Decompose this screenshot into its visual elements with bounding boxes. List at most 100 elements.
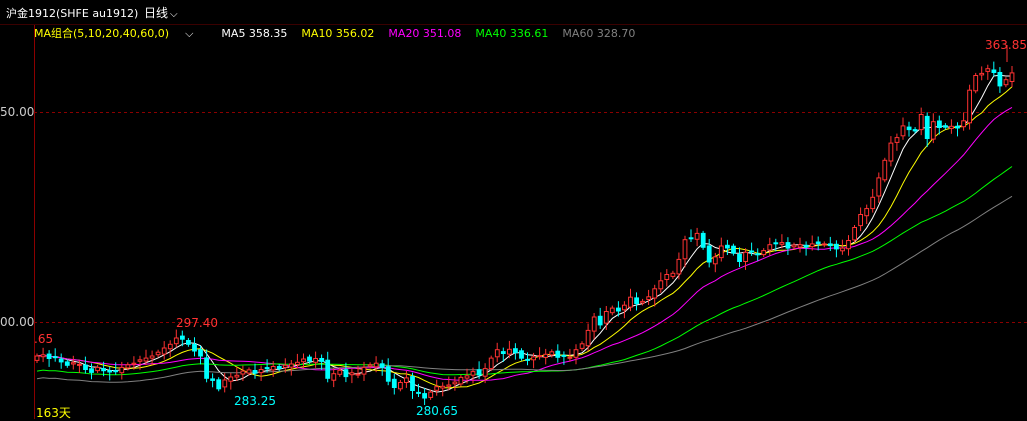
candle-body[interactable]: [579, 343, 585, 349]
candle-body[interactable]: [101, 368, 106, 372]
candle-body[interactable]: [591, 316, 597, 332]
candle-body[interactable]: [349, 372, 355, 376]
candle-body[interactable]: [803, 244, 809, 248]
candle-body[interactable]: [597, 315, 603, 326]
candle-body[interactable]: [464, 375, 470, 379]
candle-body[interactable]: [718, 245, 724, 259]
candle-body[interactable]: [216, 379, 222, 390]
candle-body[interactable]: [979, 72, 985, 76]
candle-body[interactable]: [458, 376, 464, 385]
candle-body[interactable]: [264, 367, 270, 370]
candle-body[interactable]: [731, 245, 736, 254]
candle-body[interactable]: [343, 369, 349, 378]
candle-body[interactable]: [937, 120, 942, 128]
candle-body[interactable]: [930, 121, 936, 140]
candle-body[interactable]: [585, 329, 591, 347]
candle-body[interactable]: [192, 343, 197, 352]
candle-body[interactable]: [379, 363, 385, 368]
candle-body[interactable]: [894, 137, 900, 143]
candle-body[interactable]: [1003, 79, 1009, 86]
candle-body[interactable]: [864, 208, 870, 217]
candle-body[interactable]: [107, 370, 113, 373]
candle-body[interactable]: [840, 247, 845, 252]
candle-body[interactable]: [779, 242, 785, 245]
candle-body[interactable]: [821, 243, 827, 246]
candle-body[interactable]: [906, 126, 912, 131]
candle-body[interactable]: [325, 359, 331, 379]
candle-body[interactable]: [64, 361, 70, 366]
candle-body[interactable]: [519, 350, 524, 359]
candle-body[interactable]: [670, 272, 676, 277]
candle-body[interactable]: [355, 373, 361, 376]
candle-body[interactable]: [452, 381, 458, 385]
candle-body[interactable]: [967, 89, 973, 124]
candle-body[interactable]: [985, 68, 991, 72]
candle-body[interactable]: [664, 274, 670, 280]
candle-body[interactable]: [567, 356, 573, 359]
candle-body[interactable]: [991, 69, 997, 73]
candle-body[interactable]: [331, 373, 337, 381]
candle-body[interactable]: [809, 243, 815, 248]
candle-body[interactable]: [688, 237, 694, 240]
candle-body[interactable]: [712, 256, 718, 265]
candle-body[interactable]: [737, 253, 742, 262]
candle-body[interactable]: [797, 244, 803, 248]
candle-body[interactable]: [912, 129, 918, 132]
candle-body[interactable]: [725, 244, 730, 249]
candle-body[interactable]: [313, 358, 319, 363]
candle-body[interactable]: [658, 280, 664, 290]
candle-body[interactable]: [676, 258, 682, 275]
candle-body[interactable]: [367, 364, 373, 367]
candle-body[interactable]: [337, 369, 343, 375]
candle-body[interactable]: [440, 385, 446, 389]
candle-body[interactable]: [385, 366, 391, 382]
candle-body[interactable]: [949, 125, 954, 129]
candle-body[interactable]: [870, 196, 876, 210]
candle-body[interactable]: [852, 227, 858, 241]
candle-body[interactable]: [761, 250, 767, 256]
candle-body[interactable]: [319, 358, 325, 362]
candle-body[interactable]: [507, 348, 512, 355]
candle-body[interactable]: [622, 304, 627, 311]
candle-body[interactable]: [755, 253, 761, 256]
candle-body[interactable]: [391, 378, 397, 388]
candle-body[interactable]: [289, 363, 294, 368]
candle-body[interactable]: [46, 353, 52, 360]
candle-body[interactable]: [531, 356, 537, 361]
candle-body[interactable]: [537, 355, 543, 358]
candle-body[interactable]: [603, 311, 609, 324]
candle-body[interactable]: [834, 243, 839, 250]
candle-body[interactable]: [525, 358, 531, 361]
candle-body[interactable]: [398, 382, 403, 390]
candle-body[interactable]: [955, 125, 960, 129]
candle-body[interactable]: [694, 232, 700, 240]
candle-body[interactable]: [961, 120, 967, 128]
candle-body[interactable]: [143, 357, 149, 362]
candle-body[interactable]: [252, 370, 258, 374]
candle-body[interactable]: [434, 386, 440, 391]
candle-body[interactable]: [882, 159, 888, 181]
candle-body[interactable]: [228, 376, 234, 382]
candle-body[interactable]: [500, 351, 506, 355]
candle-body[interactable]: [785, 242, 791, 249]
candle-body[interactable]: [943, 125, 948, 128]
candle-body[interactable]: [161, 347, 167, 355]
candle-body[interactable]: [652, 288, 658, 299]
candle-body[interactable]: [791, 244, 797, 248]
candle-body[interactable]: [488, 357, 494, 370]
candle-body[interactable]: [210, 378, 215, 381]
candle-body[interactable]: [628, 296, 633, 308]
candle-body[interactable]: [634, 297, 640, 305]
candle-body[interactable]: [180, 335, 185, 340]
candlestick-chart[interactable]: [0, 0, 1027, 419]
candle-body[interactable]: [549, 351, 555, 356]
candle-body[interactable]: [222, 379, 228, 388]
candle-body[interactable]: [513, 348, 518, 354]
candle-body[interactable]: [71, 362, 76, 365]
candle-body[interactable]: [476, 369, 482, 376]
candle-body[interactable]: [815, 241, 821, 244]
candle-body[interactable]: [89, 368, 94, 373]
candle-body[interactable]: [858, 214, 864, 227]
candle-body[interactable]: [137, 359, 143, 362]
candle-body[interactable]: [616, 307, 621, 312]
